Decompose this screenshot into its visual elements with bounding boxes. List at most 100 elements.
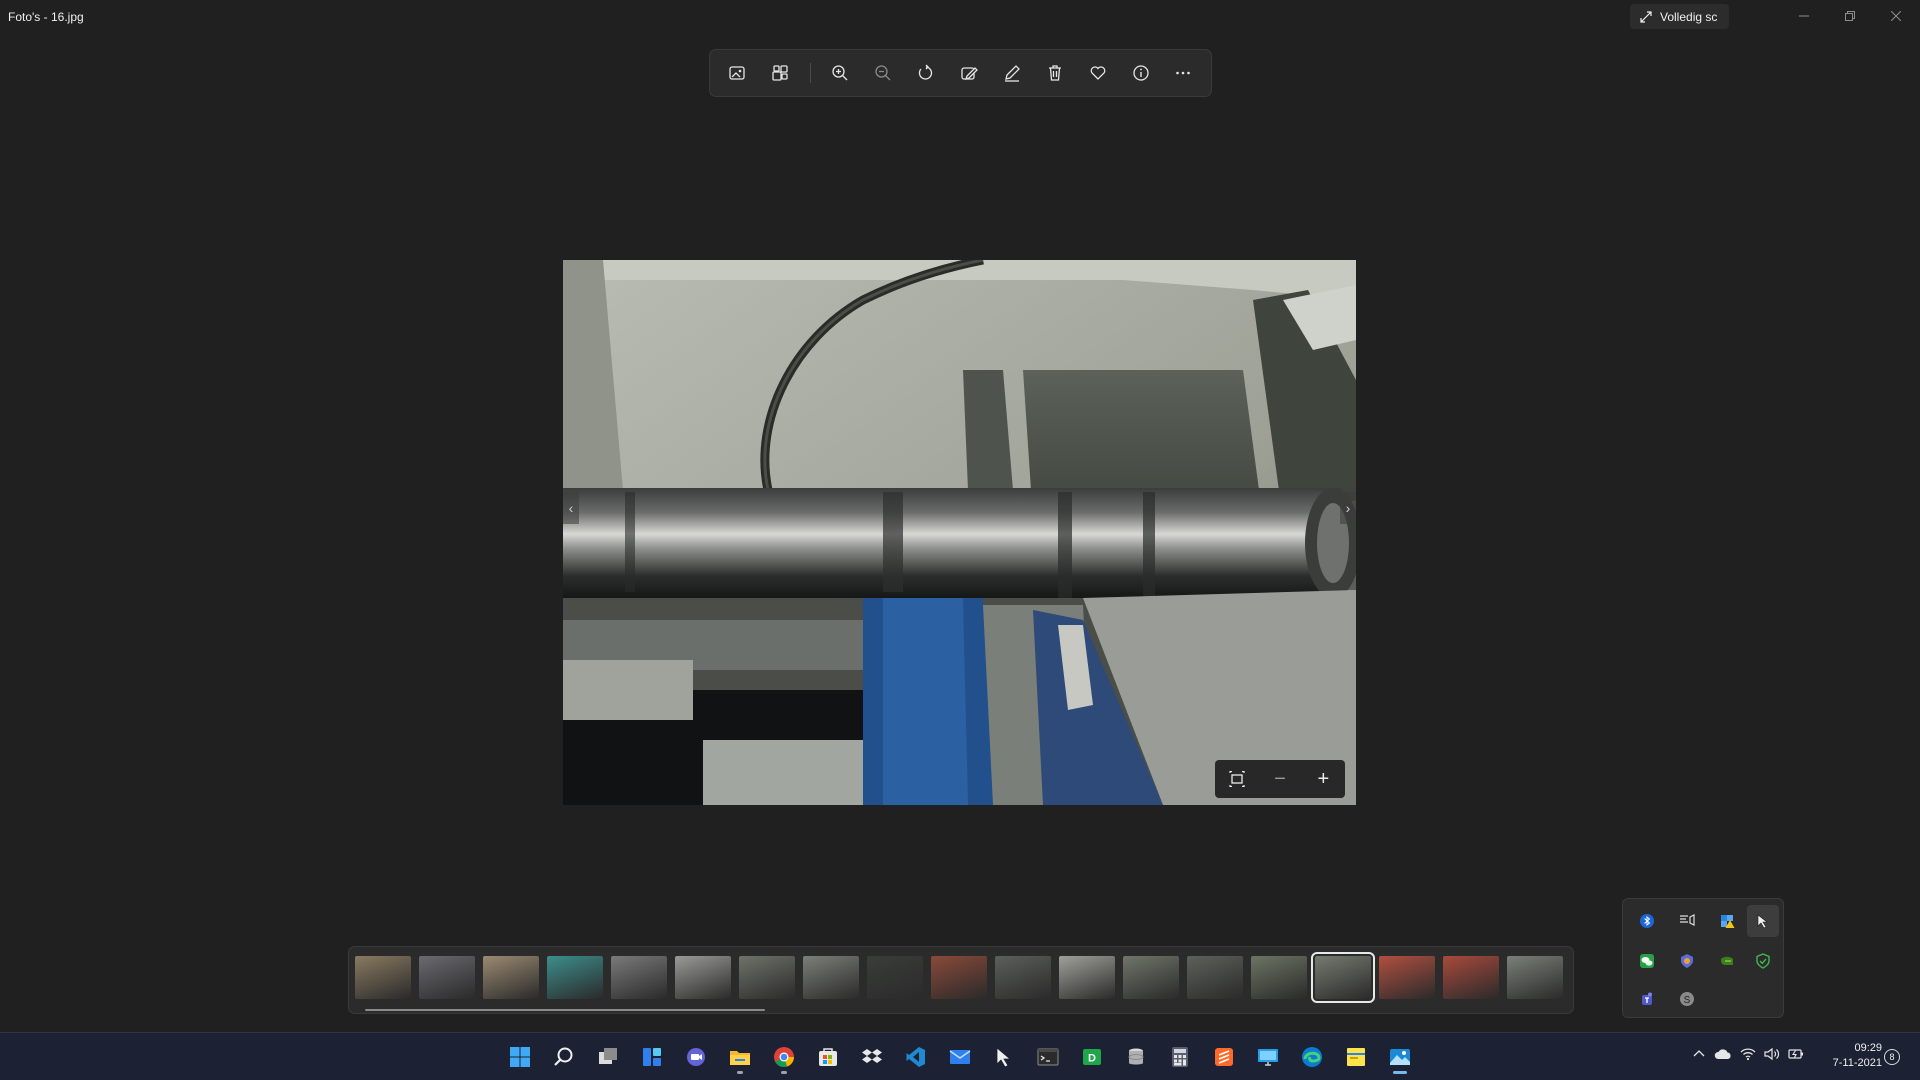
delete-button[interactable] (1033, 55, 1076, 91)
chrome-button[interactable] (766, 1039, 802, 1075)
battery-icon[interactable] (1788, 1047, 1804, 1061)
close-button[interactable] (1876, 4, 1916, 28)
filmstrip-thumbnail[interactable] (1187, 956, 1243, 999)
filmstrip-scrollbar[interactable] (365, 1009, 765, 1011)
terminal-button[interactable] (1030, 1039, 1066, 1075)
fit-to-window-button[interactable] (1219, 763, 1255, 795)
photos-button[interactable] (1382, 1039, 1418, 1075)
filmstrip-thumbnail[interactable] (1123, 956, 1179, 999)
app-green-icon: D (1083, 1049, 1101, 1065)
zoom-out-small-button[interactable]: − (1262, 763, 1298, 795)
filmstrip-thumbnail[interactable] (1379, 956, 1435, 999)
skype-icon[interactable]: S (1671, 983, 1703, 1015)
visual-studio-code-button[interactable] (898, 1039, 934, 1075)
more-options-button[interactable] (1162, 55, 1205, 91)
clock[interactable]: 09:29 7-11-2021 (1822, 1041, 1882, 1071)
title-bar: Foto's - 16.jpg Volledig sc (0, 0, 1920, 32)
zoom-in-small-button[interactable]: + (1305, 763, 1341, 795)
edge-button[interactable] (1294, 1039, 1330, 1075)
clock-time: 09:29 (1854, 1042, 1882, 1054)
filmstrip-thumbnail[interactable] (1251, 956, 1307, 999)
edit-image-icon (772, 65, 789, 81)
info-button[interactable] (1119, 55, 1162, 91)
filmstrip-thumbnail[interactable] (1507, 956, 1563, 999)
notification-badge[interactable]: 8 (1884, 1049, 1900, 1065)
favorite-button[interactable] (1076, 55, 1119, 91)
zoom-out-button[interactable] (862, 55, 905, 91)
edit-crop-icon (961, 67, 978, 81)
nvidia-icon[interactable] (1711, 945, 1743, 977)
dropbox-icon (862, 1049, 882, 1063)
sublime-icon (1215, 1048, 1233, 1066)
filmstrip-thumbnail[interactable] (547, 956, 603, 999)
filmstrip-thumbnail[interactable] (739, 956, 795, 999)
store-button[interactable] (810, 1039, 846, 1075)
inkscape-icon (996, 1047, 1012, 1068)
edit-image-button[interactable] (759, 55, 802, 91)
sublime-button[interactable] (1206, 1039, 1242, 1075)
pen-cursor-icon[interactable] (1747, 905, 1779, 937)
filmstrip-thumbnail[interactable] (995, 956, 1051, 999)
filmstrip-thumbnail[interactable] (931, 956, 987, 999)
teams-icon[interactable] (1631, 983, 1663, 1015)
filmstrip-thumbnail[interactable] (867, 956, 923, 999)
wechat-icon[interactable] (1631, 945, 1663, 977)
app-green-button[interactable]: D (1074, 1039, 1110, 1075)
filmstrip-thumbnail[interactable] (419, 956, 475, 999)
restore-icon (1845, 11, 1855, 21)
bluetooth-icon[interactable] (1631, 905, 1663, 937)
filmstrip-thumbnail[interactable] (1443, 956, 1499, 999)
start-button[interactable] (502, 1039, 538, 1075)
filmstrip-thumbnail[interactable] (675, 956, 731, 999)
defender-icon[interactable] (1747, 945, 1779, 977)
draw-button[interactable] (990, 55, 1033, 91)
filmstrip-thumbnail[interactable] (803, 956, 859, 999)
main-photo[interactable]: ‹ › − + (563, 260, 1356, 805)
view-image-button[interactable] (716, 55, 759, 91)
lathe-shaft-photo (563, 260, 1356, 805)
zoom-in-icon (832, 65, 848, 81)
favorite-heart-icon (1090, 66, 1106, 80)
photos-icon (1390, 1049, 1410, 1065)
sticky-explorer-button[interactable] (1338, 1039, 1374, 1075)
previous-photo-button[interactable]: ‹ (563, 492, 579, 524)
restore-button[interactable] (1830, 4, 1870, 28)
minimize-button[interactable] (1784, 4, 1824, 28)
close-icon (1891, 11, 1901, 21)
chevron-up-icon[interactable] (1692, 1047, 1706, 1061)
system-tray (1692, 1047, 1804, 1061)
calculator-button[interactable] (1162, 1039, 1198, 1075)
rotate-icon (918, 64, 933, 80)
edit-crop-button[interactable] (948, 55, 991, 91)
image-toolbar (709, 49, 1212, 97)
next-photo-button[interactable]: › (1340, 492, 1356, 524)
chrome-icon (774, 1047, 794, 1067)
file-explorer-button[interactable] (722, 1039, 758, 1075)
vpn-shield-icon[interactable] (1671, 945, 1703, 977)
filmstrip-thumbnail[interactable] (1311, 952, 1375, 1003)
inkscape-button[interactable] (986, 1039, 1022, 1075)
dropbox-button[interactable] (854, 1039, 890, 1075)
taskbar: D 09:29 7-11-2021 8 (0, 1032, 1920, 1080)
chat-icon (687, 1048, 705, 1066)
filmstrip-thumbnail[interactable] (483, 956, 539, 999)
chat-button[interactable] (678, 1039, 714, 1075)
security-warning-icon[interactable] (1711, 905, 1743, 937)
database-button[interactable] (1118, 1039, 1154, 1075)
wifi-icon[interactable] (1740, 1047, 1756, 1061)
filmstrip-thumbnail[interactable] (1059, 956, 1115, 999)
task-view-button[interactable] (590, 1039, 626, 1075)
display-icon[interactable] (1671, 905, 1703, 937)
search-button[interactable] (546, 1039, 582, 1075)
widgets-button[interactable] (634, 1039, 670, 1075)
filmstrip-thumbnail[interactable] (611, 956, 667, 999)
fullscreen-button[interactable]: Volledig sc (1630, 4, 1730, 29)
running-indicator (737, 1071, 743, 1074)
remote-desktop-button[interactable] (1250, 1039, 1286, 1075)
mail-button[interactable] (942, 1039, 978, 1075)
filmstrip-thumbnail[interactable] (355, 956, 411, 999)
zoom-in-button[interactable] (819, 55, 862, 91)
rotate-button[interactable] (905, 55, 948, 91)
onedrive-cloud-icon[interactable] (1714, 1047, 1732, 1061)
volume-icon[interactable] (1764, 1047, 1780, 1061)
